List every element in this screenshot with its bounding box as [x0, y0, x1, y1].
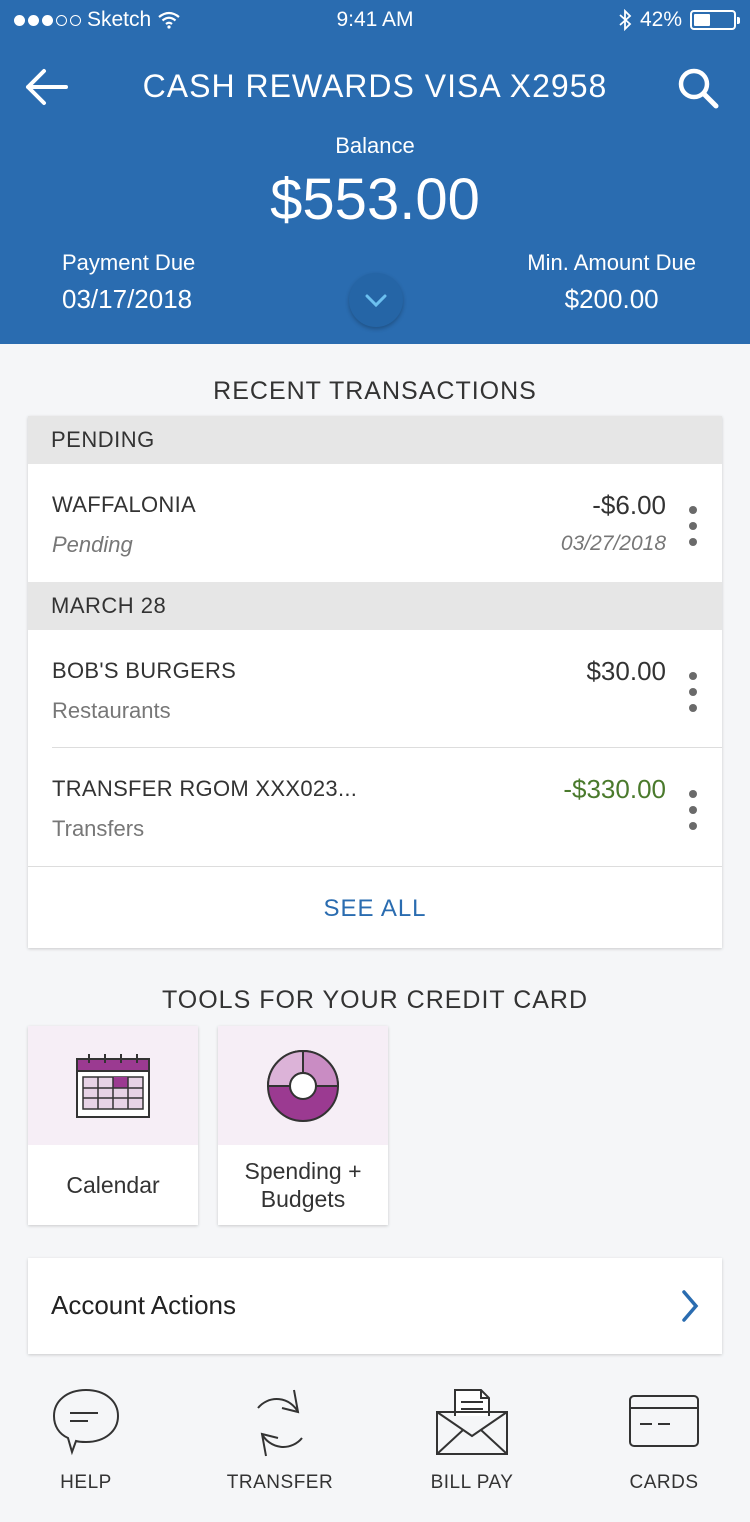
tool-icon-area [28, 1026, 198, 1145]
nav-label: CARDS [629, 1472, 699, 1493]
search-icon [678, 68, 719, 109]
transaction-amount: $30.00 [586, 656, 666, 686]
status-bar: Sketch 9:41 AM 42% [0, 0, 750, 40]
tool-label: Calendar [66, 1172, 160, 1198]
min-due-value: $200.00 [564, 284, 659, 314]
tool-label: Spending + Budgets [244, 1158, 362, 1212]
group-header-pending: PENDING [28, 416, 722, 464]
more-options-icon[interactable] [686, 672, 700, 712]
page-title: CASH REWARDS VISA X2958 [142, 68, 608, 104]
calendar-icon [76, 1053, 150, 1118]
recent-transactions-title: RECENT TRANSACTIONS [213, 377, 537, 405]
transfer-icon [257, 1389, 303, 1457]
chat-bubble-icon [52, 1388, 120, 1456]
transaction-category: Transfers [52, 816, 145, 841]
tool-icon-area [218, 1026, 388, 1145]
status-right: 42% [618, 8, 740, 32]
payment-due: Payment Due 03/17/2018 [62, 250, 195, 315]
bottom-nav: HELP TRANSFER BILL PAY CARDS [0, 1374, 750, 1522]
balance-label: Balance [335, 133, 415, 158]
transaction-row[interactable]: BOB'S BURGERS Restaurants $30.00 [28, 630, 722, 748]
nav-label: BILL PAY [430, 1472, 514, 1493]
transaction-name: BOB'S BURGERS [52, 658, 237, 683]
transaction-amount: -$330.00 [563, 774, 666, 804]
donut-chart-icon [266, 1049, 340, 1122]
transaction-date: 03/27/2018 [560, 532, 666, 555]
transaction-row[interactable]: TRANSFER RGOM XXX023... Transfers -$330.… [28, 748, 722, 866]
payment-due-value: 03/17/2018 [62, 284, 193, 314]
tools-title: TOOLS FOR YOUR CREDIT CARD [161, 986, 589, 1014]
tool-calendar[interactable]: Calendar [28, 1026, 198, 1225]
nav-label: TRANSFER [226, 1472, 334, 1493]
nav-help[interactable]: HELP [6, 1374, 166, 1504]
transaction-row[interactable]: WAFFALONIA Pending -$6.00 03/27/2018 [28, 464, 722, 582]
account-header: Sketch 9:41 AM 42% CASH REWARDS VISA X29… [0, 0, 750, 344]
more-options-icon[interactable] [686, 506, 700, 546]
expand-details-button[interactable] [349, 273, 403, 327]
group-header-march-28: MARCH 28 [28, 582, 722, 630]
min-due-label: Min. Amount Due [527, 250, 696, 275]
envelope-bill-icon [436, 1389, 508, 1455]
search-button[interactable] [674, 64, 722, 112]
see-all-link[interactable]: SEE ALL [28, 866, 722, 948]
account-actions-row[interactable]: Account Actions [28, 1258, 722, 1354]
nav-cards[interactable]: CARDS [584, 1374, 744, 1504]
tool-spending-budgets[interactable]: Spending + Budgets [218, 1026, 388, 1225]
account-actions-label: Account Actions [51, 1290, 236, 1320]
balance-value: $553.00 [270, 167, 480, 232]
credit-card-icon [629, 1395, 699, 1447]
transaction-name: TRANSFER RGOM XXX023... [52, 776, 358, 801]
nav-bill-pay[interactable]: BILL PAY [392, 1374, 552, 1504]
transactions-card: PENDING WAFFALONIA Pending -$6.00 03/27/… [28, 416, 722, 948]
battery-percent: 42% [639, 8, 682, 31]
chevron-down-icon [365, 294, 387, 308]
min-amount-due: Min. Amount Due $200.00 [527, 250, 696, 315]
chevron-right-icon [682, 1290, 699, 1322]
bluetooth-icon [619, 9, 632, 31]
nav-transfer[interactable]: TRANSFER [200, 1374, 360, 1504]
payment-due-label: Payment Due [62, 250, 196, 275]
transaction-amount: -$6.00 [592, 490, 666, 520]
nav-label: HELP [60, 1472, 112, 1493]
transaction-category: Restaurants [52, 698, 171, 723]
more-options-icon[interactable] [686, 790, 700, 830]
transaction-status: Pending [52, 532, 133, 557]
battery-icon [690, 10, 740, 30]
transaction-name: WAFFALONIA [52, 492, 196, 517]
